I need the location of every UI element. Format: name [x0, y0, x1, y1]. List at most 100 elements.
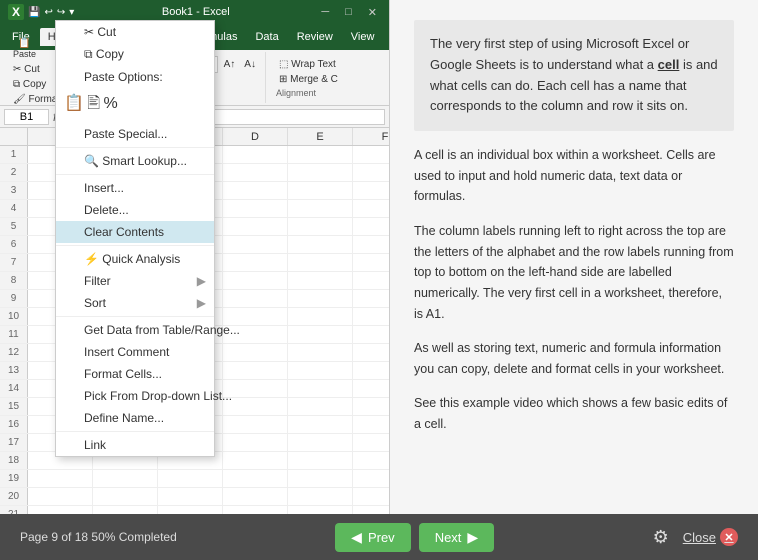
wrap-text-btn[interactable]: ⬚ Wrap Text: [276, 58, 339, 71]
cut-btn[interactable]: ✂ Cut: [10, 63, 43, 76]
cell-1-5[interactable]: [353, 146, 389, 163]
cell-14-5[interactable]: [353, 380, 389, 397]
cell-19-3[interactable]: [223, 470, 288, 487]
cell-3-3[interactable]: [223, 182, 288, 199]
paste-btn[interactable]: 📋Paste: [10, 37, 39, 61]
ctx-delete[interactable]: Delete...: [56, 199, 214, 221]
cell-19-5[interactable]: [353, 470, 389, 487]
cell-18-5[interactable]: [353, 452, 389, 469]
cell-15-4[interactable]: [288, 398, 353, 415]
ctx-insert[interactable]: Insert...: [56, 177, 214, 199]
cell-15-3[interactable]: [223, 398, 288, 415]
col-header-F[interactable]: F: [353, 128, 389, 145]
ctx-copy[interactable]: ⧉ Copy: [56, 43, 214, 66]
cell-16-4[interactable]: [288, 416, 353, 433]
ctx-format-cells[interactable]: Format Cells...: [56, 363, 214, 385]
cell-11-5[interactable]: [353, 326, 389, 343]
cell-6-5[interactable]: [353, 236, 389, 253]
cell-20-3[interactable]: [223, 488, 288, 505]
ctx-cut[interactable]: ✂ Cut: [56, 21, 214, 43]
cell-1-4[interactable]: [288, 146, 353, 163]
close-button[interactable]: Close ✕: [683, 528, 738, 546]
cell-10-5[interactable]: [353, 308, 389, 325]
cell-6-3[interactable]: [223, 236, 288, 253]
cell-20-4[interactable]: [288, 488, 353, 505]
cell-16-5[interactable]: [353, 416, 389, 433]
cell-21-2[interactable]: [158, 506, 223, 514]
ctx-define-name[interactable]: Define Name...: [56, 407, 214, 429]
restore-btn[interactable]: □: [341, 6, 356, 18]
cell-7-4[interactable]: [288, 254, 353, 271]
cell-12-4[interactable]: [288, 344, 353, 361]
ctx-paste-special[interactable]: Paste Special...: [56, 123, 214, 145]
cell-20-2[interactable]: [158, 488, 223, 505]
close-win-btn[interactable]: ✕: [364, 6, 381, 19]
ctx-sort[interactable]: Sort ▶: [56, 292, 214, 314]
ctx-pick-dropdown[interactable]: Pick From Drop-down List...: [56, 385, 214, 407]
cell-8-4[interactable]: [288, 272, 353, 289]
corner-cell[interactable]: [0, 128, 28, 145]
ctx-filter[interactable]: Filter ▶: [56, 270, 214, 292]
col-header-D[interactable]: D: [223, 128, 288, 145]
cell-8-3[interactable]: [223, 272, 288, 289]
cell-14-3[interactable]: [223, 380, 288, 397]
cell-1-3[interactable]: [223, 146, 288, 163]
cell-21-3[interactable]: [223, 506, 288, 514]
cell-12-5[interactable]: [353, 344, 389, 361]
cell-5-4[interactable]: [288, 218, 353, 235]
customize-quick-btn[interactable]: ▾: [69, 7, 74, 18]
cell-3-4[interactable]: [288, 182, 353, 199]
cell-19-4[interactable]: [288, 470, 353, 487]
undo-quick-btn[interactable]: ↩: [44, 7, 52, 18]
minimize-btn[interactable]: ─: [317, 6, 333, 18]
cell-20-5[interactable]: [353, 488, 389, 505]
cell-16-3[interactable]: [223, 416, 288, 433]
cell-15-5[interactable]: [353, 398, 389, 415]
cell-20-1[interactable]: [93, 488, 158, 505]
save-quick-btn[interactable]: 💾: [28, 7, 40, 18]
cell-4-5[interactable]: [353, 200, 389, 217]
cell-17-3[interactable]: [223, 434, 288, 451]
merge-btn[interactable]: ⊞ Merge & C: [276, 73, 341, 86]
cell-9-3[interactable]: [223, 290, 288, 307]
cell-19-0[interactable]: [28, 470, 93, 487]
cell-6-4[interactable]: [288, 236, 353, 253]
cell-11-4[interactable]: [288, 326, 353, 343]
copy-btn[interactable]: ⧉ Copy: [10, 78, 49, 91]
cell-18-3[interactable]: [223, 452, 288, 469]
redo-quick-btn[interactable]: ↪: [57, 7, 65, 18]
ctx-insert-comment[interactable]: Insert Comment: [56, 341, 214, 363]
cell-21-4[interactable]: [288, 506, 353, 514]
cell-4-4[interactable]: [288, 200, 353, 217]
cell-10-4[interactable]: [288, 308, 353, 325]
col-header-E[interactable]: E: [288, 128, 353, 145]
cell-19-1[interactable]: [93, 470, 158, 487]
share-button[interactable]: ⚙: [653, 527, 669, 548]
cell-7-3[interactable]: [223, 254, 288, 271]
cell-19-2[interactable]: [158, 470, 223, 487]
tab-view[interactable]: View: [343, 28, 383, 46]
decrease-font-btn[interactable]: A↓: [241, 58, 259, 71]
cell-7-5[interactable]: [353, 254, 389, 271]
next-button[interactable]: Next ▶: [419, 523, 495, 552]
tab-help[interactable]: Help: [384, 28, 390, 46]
cell-13-4[interactable]: [288, 362, 353, 379]
cell-2-3[interactable]: [223, 164, 288, 181]
ctx-quick-analysis[interactable]: ⚡ Quick Analysis: [56, 248, 214, 270]
cell-5-3[interactable]: [223, 218, 288, 235]
cell-reference-input[interactable]: [4, 109, 49, 125]
tab-review[interactable]: Review: [289, 28, 341, 46]
cell-13-5[interactable]: [353, 362, 389, 379]
ctx-smart-lookup[interactable]: 🔍 Smart Lookup...: [56, 150, 214, 172]
cell-20-0[interactable]: [28, 488, 93, 505]
cell-21-5[interactable]: [353, 506, 389, 514]
cell-2-4[interactable]: [288, 164, 353, 181]
ctx-link[interactable]: Link: [56, 434, 214, 456]
cell-9-4[interactable]: [288, 290, 353, 307]
cell-9-5[interactable]: [353, 290, 389, 307]
cell-18-4[interactable]: [288, 452, 353, 469]
cell-2-5[interactable]: [353, 164, 389, 181]
cell-13-3[interactable]: [223, 362, 288, 379]
ctx-clear-contents[interactable]: Clear Contents: [56, 221, 214, 243]
ctx-get-data[interactable]: Get Data from Table/Range...: [56, 319, 214, 341]
